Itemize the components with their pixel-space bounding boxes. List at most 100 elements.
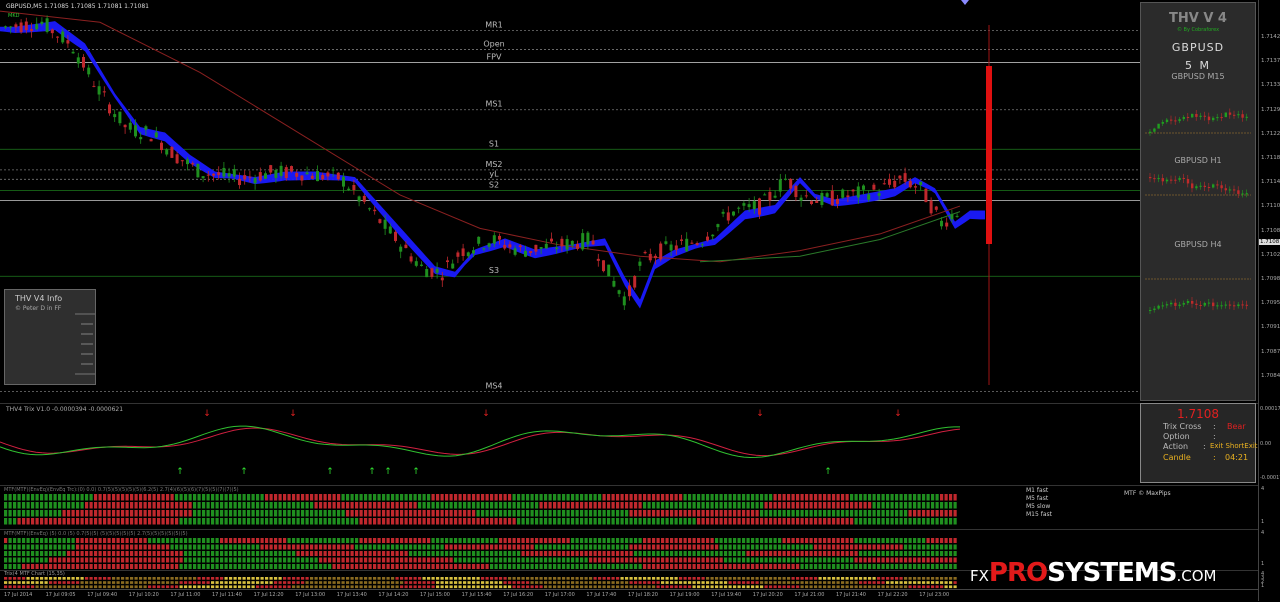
mtf-cell bbox=[391, 538, 395, 543]
mtf-cell bbox=[346, 518, 350, 525]
mtf-cell bbox=[296, 510, 300, 517]
mtf-cell bbox=[580, 557, 584, 563]
mtf-cell bbox=[746, 494, 750, 501]
mtf-cell bbox=[310, 581, 314, 584]
mtf-cell bbox=[710, 518, 714, 525]
mtf-cell bbox=[512, 557, 516, 563]
mtf-cell bbox=[13, 518, 17, 525]
mtf-cell bbox=[647, 585, 651, 589]
mtf-cell bbox=[787, 538, 791, 543]
mtf-cell bbox=[445, 585, 449, 589]
mtf-cell bbox=[386, 557, 390, 563]
candle-body bbox=[76, 57, 80, 64]
mtf-cell bbox=[773, 510, 777, 517]
mtf-cell bbox=[17, 585, 21, 589]
mtf-cell bbox=[202, 510, 206, 517]
mtf-cell bbox=[913, 564, 917, 569]
mtf-cell bbox=[386, 564, 390, 569]
mtf-cell bbox=[404, 577, 408, 580]
mtf-cell bbox=[913, 510, 917, 517]
mtf-cell bbox=[904, 502, 908, 509]
mtf-cell bbox=[548, 518, 552, 525]
mtf-cell bbox=[805, 581, 809, 584]
mtf-cell bbox=[845, 544, 849, 550]
mtf-cell bbox=[526, 551, 530, 556]
mtf-window-1[interactable]: MTF(MTF)(EnvEq)(EnvEq Trc):(0) 0.0) 0.7(… bbox=[0, 485, 1258, 528]
mtf-cell bbox=[931, 544, 935, 550]
mtf-cell bbox=[841, 538, 845, 543]
mtf-cell bbox=[886, 502, 890, 509]
mtf-cell bbox=[625, 502, 629, 509]
mtf-cell bbox=[467, 544, 471, 550]
mtf-cell bbox=[737, 551, 741, 556]
mtf-cell bbox=[193, 518, 197, 525]
mtf-cell bbox=[701, 494, 705, 501]
mtf-cell bbox=[706, 518, 710, 525]
mtf-cell bbox=[467, 577, 471, 580]
mtf-cell bbox=[638, 494, 642, 501]
mtf-cell bbox=[805, 551, 809, 556]
mini-candle bbox=[1165, 179, 1169, 182]
mtf-cell bbox=[494, 502, 498, 509]
price-chart-canvas[interactable]: MR1OpenFPVMS1S1MS2yLS2S3MS4 bbox=[0, 0, 1258, 401]
mtf-cell bbox=[652, 557, 656, 563]
mtf-cell bbox=[31, 551, 35, 556]
mtf-cell bbox=[377, 518, 381, 525]
candle-body bbox=[196, 163, 200, 178]
mtf-cell bbox=[827, 557, 831, 563]
candle-body bbox=[336, 172, 340, 180]
mtf-cell bbox=[269, 564, 273, 569]
mtf-cell bbox=[400, 585, 404, 589]
mtf-cell bbox=[751, 564, 755, 569]
mtf-cell bbox=[251, 502, 255, 509]
mtf-cell bbox=[683, 585, 687, 589]
mtf-cell bbox=[193, 494, 197, 501]
mtf-cell bbox=[782, 518, 786, 525]
mtf-cell bbox=[508, 564, 512, 569]
mtf-cell bbox=[215, 544, 219, 550]
mtf-cell bbox=[440, 585, 444, 589]
candle-body bbox=[664, 241, 668, 244]
mtf-cell bbox=[283, 494, 287, 501]
mtf-cell bbox=[526, 518, 530, 525]
main-price-chart[interactable]: MR1 Open FPV MS1 S1 MS2 yL S2 S3 MS4 GBPUSD,M5 1.… bbox=[0, 0, 1258, 401]
candle-body bbox=[206, 174, 210, 176]
mtf-cell bbox=[679, 557, 683, 563]
mtf-cell bbox=[782, 581, 786, 584]
trix-canvas[interactable]: ↓ ↓ ↓ ↓ ↓↑ ↑ ↑ ↑ ↑ ↑ ↑ bbox=[0, 404, 1140, 484]
mtf-cell bbox=[562, 510, 566, 517]
mtf-cell bbox=[584, 577, 588, 580]
mtf-cell bbox=[521, 581, 525, 584]
price-axis[interactable]: 1.714201.713701.713351.712901.712201.711… bbox=[1258, 0, 1280, 601]
candle-body bbox=[747, 204, 751, 208]
mtf-cell bbox=[346, 494, 350, 501]
mtf-cell bbox=[791, 502, 795, 509]
mtf-cell bbox=[238, 564, 242, 569]
mtf-cell bbox=[944, 577, 948, 580]
mtf-cell bbox=[593, 581, 597, 584]
mtf-cell bbox=[688, 581, 692, 584]
mtf-cell bbox=[215, 502, 219, 509]
mtf-cell bbox=[107, 577, 111, 580]
mtf-cell bbox=[512, 494, 516, 501]
mtf-cell bbox=[413, 581, 417, 584]
mtf-cell bbox=[692, 581, 696, 584]
mtf-cell bbox=[805, 494, 809, 501]
watermark-brand2: SYSTEMS bbox=[1047, 558, 1177, 588]
mtf-cell bbox=[436, 585, 440, 589]
mtf-cell bbox=[571, 494, 575, 501]
mtf-cell bbox=[409, 544, 413, 550]
mtf-cell bbox=[746, 564, 750, 569]
mtf-cell bbox=[260, 577, 264, 580]
mtf-cell bbox=[85, 577, 89, 580]
mtf-cell bbox=[580, 585, 584, 589]
mtf-cell bbox=[476, 564, 480, 569]
mtf-cell bbox=[490, 518, 494, 525]
mtf-cell bbox=[40, 502, 44, 509]
mtf-cell bbox=[229, 494, 233, 501]
mtf-cell bbox=[152, 494, 156, 501]
mtf-cell bbox=[166, 510, 170, 517]
trix-indicator-window[interactable]: ↓ ↓ ↓ ↓ ↓ ↑ ↑ ↑ ↑ ↑ ↑ ↑ THV4 Trix V1.0 -0.0000394 -… bbox=[0, 403, 1258, 484]
mtf-cell bbox=[611, 502, 615, 509]
mtf-cell bbox=[899, 577, 903, 580]
